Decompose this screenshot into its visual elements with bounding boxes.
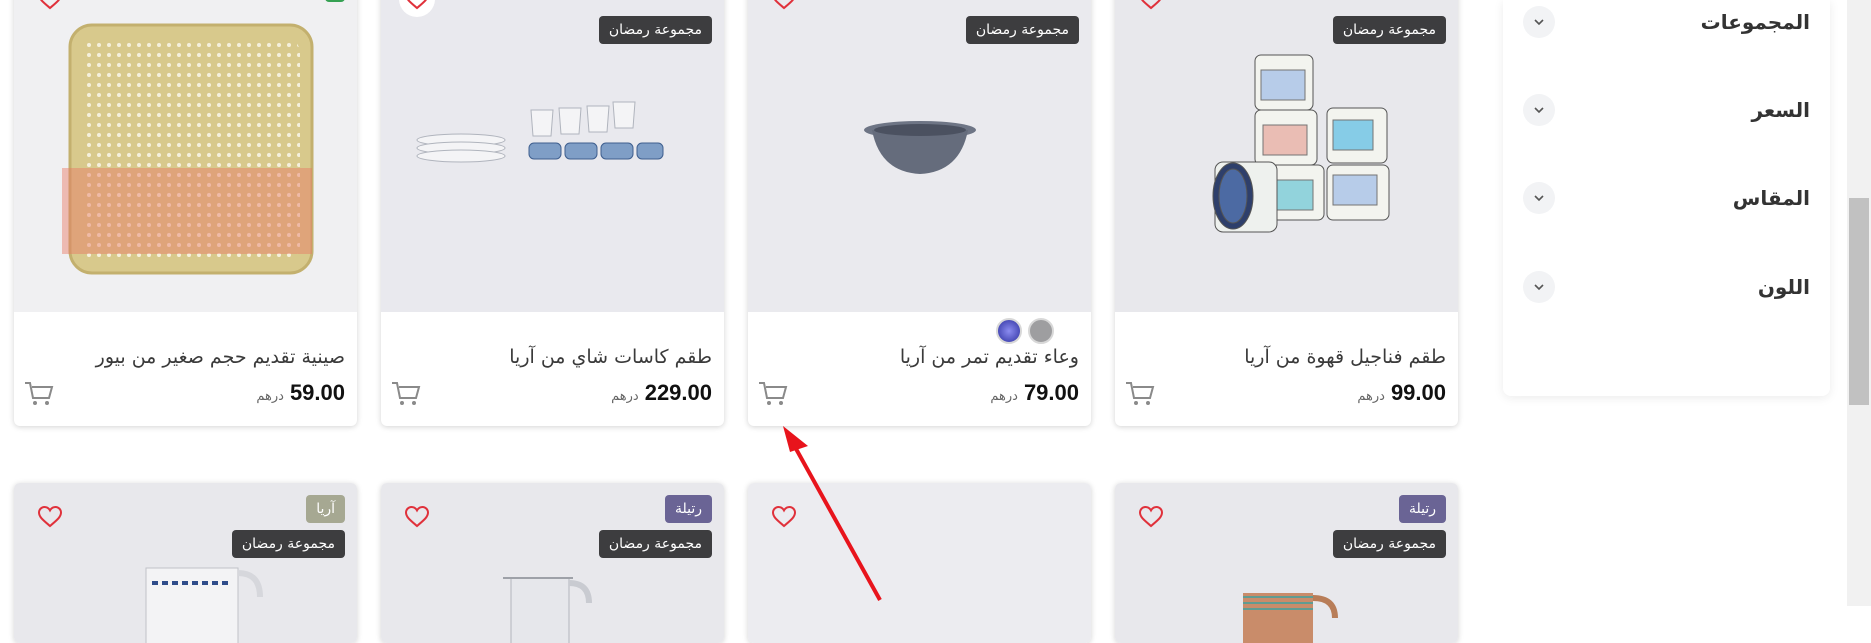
category-badge (325, 0, 345, 2)
product-price: 229.00 (644, 380, 712, 405)
product-title[interactable]: طقم فناجيل قهوة من آريا (1244, 346, 1446, 368)
product-price: 59.00 (289, 380, 345, 405)
product-title[interactable]: صينية تقديم حجم صغير من بيور (96, 346, 345, 368)
watermark-logo (62, 168, 312, 254)
product-card[interactable]: آريا مجموعة رمضان (14, 483, 357, 643)
filter-label: اللون (1757, 275, 1810, 299)
chevron-down-icon[interactable] (1523, 94, 1555, 126)
category-badge: مجموعة رمضان (1332, 16, 1446, 44)
chevron-down-icon[interactable] (1523, 271, 1555, 303)
product-title[interactable]: طقم كاسات شاي من آريا (509, 346, 712, 368)
heart-icon[interactable] (32, 499, 68, 535)
chevron-down-icon[interactable] (1523, 182, 1555, 214)
product-price: 79.00 (1023, 380, 1079, 405)
filter-label: المجموعات (1700, 10, 1810, 34)
price-row: 79.00 درهم (990, 380, 1079, 406)
product-card[interactable]: رتيلة مجموعة رمضان (381, 483, 724, 643)
date-bowl-image[interactable] (748, 0, 1091, 312)
category-badge: مجموعة رمضان (598, 530, 712, 558)
brand-badge: رتيلة (664, 495, 712, 523)
product-price: 99.00 (1390, 380, 1446, 405)
filter-size[interactable]: المقاس (1523, 178, 1810, 218)
tea-glasses-image[interactable] (381, 0, 724, 312)
heart-icon[interactable] (399, 499, 435, 535)
color-swatch-blue[interactable] (996, 318, 1022, 344)
currency-label: درهم (990, 389, 1018, 404)
brand-badge: رتيلة (1398, 495, 1446, 523)
price-row: 229.00 درهم (611, 380, 712, 406)
filter-label: السعر (1751, 98, 1810, 122)
price-row: 99.00 درهم (1357, 380, 1446, 406)
category-badge: مجموعة رمضان (965, 16, 1079, 44)
currency-label: درهم (1357, 389, 1385, 404)
add-to-cart-icon[interactable] (758, 381, 788, 407)
color-swatch-gray[interactable] (1028, 318, 1054, 344)
price-row: 59.00 درهم (256, 380, 345, 406)
filter-collections[interactable]: المجموعات (1523, 2, 1810, 42)
add-to-cart-icon[interactable] (391, 381, 421, 407)
product-card[interactable]: مجموعة رمضان وعاء تقديم تمر من آريا 79.0… (748, 0, 1091, 426)
coffee-cups-image[interactable] (1115, 0, 1458, 312)
currency-label: درهم (256, 389, 284, 404)
filter-label: المقاس (1732, 186, 1810, 210)
category-badge: مجموعة رمضان (598, 16, 712, 44)
category-badge: مجموعة رمضان (231, 530, 345, 558)
category-badge: مجموعة رمضان (1332, 530, 1446, 558)
scrollbar-thumb[interactable] (1849, 198, 1869, 405)
product-card[interactable]: مجموعة رمضان طقم كاسات شاي من آريا 229.0… (381, 0, 724, 426)
product-card[interactable]: مجموعة رمضان طقم فناجيل قهوة من آريا 99.… (1115, 0, 1458, 426)
product-card[interactable]: صينية تقديم حجم صغير من بيور 59.00 درهم (14, 0, 357, 426)
chevron-down-icon[interactable] (1523, 6, 1555, 38)
add-to-cart-icon[interactable] (24, 381, 54, 407)
brand-badge: آريا (306, 495, 345, 523)
currency-label: درهم (611, 389, 639, 404)
product-title[interactable]: وعاء تقديم تمر من آريا (900, 346, 1079, 368)
filter-price[interactable]: السعر (1523, 90, 1810, 130)
filter-sidebar: المجموعات السعر المقاس اللون (1503, 0, 1830, 396)
heart-icon[interactable] (766, 499, 802, 535)
filter-color[interactable]: اللون (1523, 267, 1810, 307)
serving-tray-image[interactable] (14, 0, 357, 312)
heart-icon[interactable] (1133, 499, 1169, 535)
product-card[interactable]: رتيلة مجموعة رمضان (1115, 483, 1458, 643)
add-to-cart-icon[interactable] (1125, 381, 1155, 407)
product-card[interactable] (748, 483, 1091, 643)
